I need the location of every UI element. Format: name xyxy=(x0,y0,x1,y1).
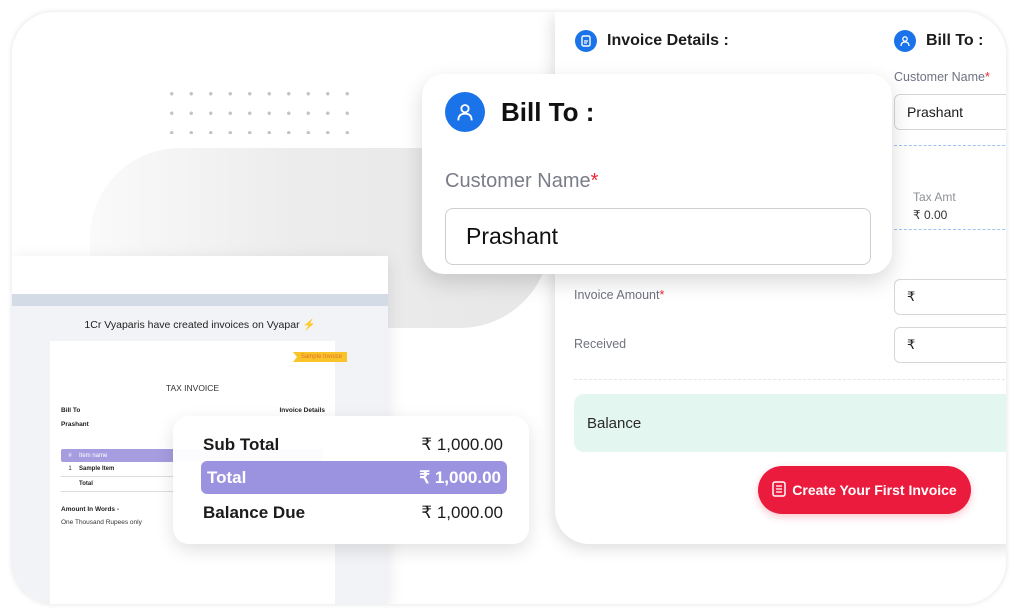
amount-in-words-label: Amount In Words - xyxy=(61,506,120,513)
sub-total-row: Sub Total ₹ 1,000.00 xyxy=(203,435,503,454)
document-icon xyxy=(575,30,597,52)
invoice-details-header: Invoice Details : xyxy=(575,30,729,52)
bill-to-header: Bill To : xyxy=(894,30,983,52)
hero-illustration: 1Cr Vyaparis have created invoices on Vy… xyxy=(12,12,1006,604)
customer-name-label: Customer Name* xyxy=(894,70,990,84)
amount-in-words: One Thousand Rupees only xyxy=(61,519,142,526)
create-first-invoice-button[interactable]: Create Your First Invoice xyxy=(758,466,971,514)
dot-grid-decoration xyxy=(162,84,352,134)
tax-amt-label: Tax Amt xyxy=(913,190,956,204)
tax-amt-value: ₹ 0.00 xyxy=(913,208,948,222)
received-input[interactable]: ₹ xyxy=(894,327,1006,363)
user-icon xyxy=(894,30,916,52)
received-label: Received xyxy=(574,337,627,351)
doc-invoice-details-label: Invoice Details xyxy=(279,407,325,414)
invoice-headline: 1Cr Vyaparis have created invoices on Vy… xyxy=(84,319,316,331)
totals-card: Sub Total ₹ 1,000.00 Total ₹ 1,000.00 Ba… xyxy=(173,416,529,544)
tax-invoice-title: TAX INVOICE xyxy=(165,383,220,393)
doc-customer-name: Prashant xyxy=(61,421,89,428)
invoice-amount-label: Invoice Amount* xyxy=(574,288,665,302)
bill-to-card-header: Bill To : xyxy=(445,92,594,132)
balance-due-row: Balance Due ₹ 1,000.00 xyxy=(203,503,503,522)
bill-card-customer-name-label: Customer Name* xyxy=(445,170,599,192)
balance-row: Balance xyxy=(574,394,1006,452)
bill-to-card: Bill To : Customer Name* Prashant xyxy=(422,74,892,274)
doc-bill-to-label: Bill To xyxy=(61,407,81,414)
bill-card-customer-name-input[interactable]: Prashant xyxy=(445,208,871,265)
lightning-icon: ⚡ xyxy=(302,319,316,331)
invoice-amount-input[interactable]: ₹ xyxy=(894,279,1006,315)
sample-invoice-tag: Sample Invoice xyxy=(292,352,347,362)
customer-name-input[interactable]: Prashant xyxy=(894,94,1006,130)
total-row: Total ₹ 1,000.00 xyxy=(201,461,507,494)
invoice-icon xyxy=(772,480,787,500)
user-icon xyxy=(445,92,485,132)
